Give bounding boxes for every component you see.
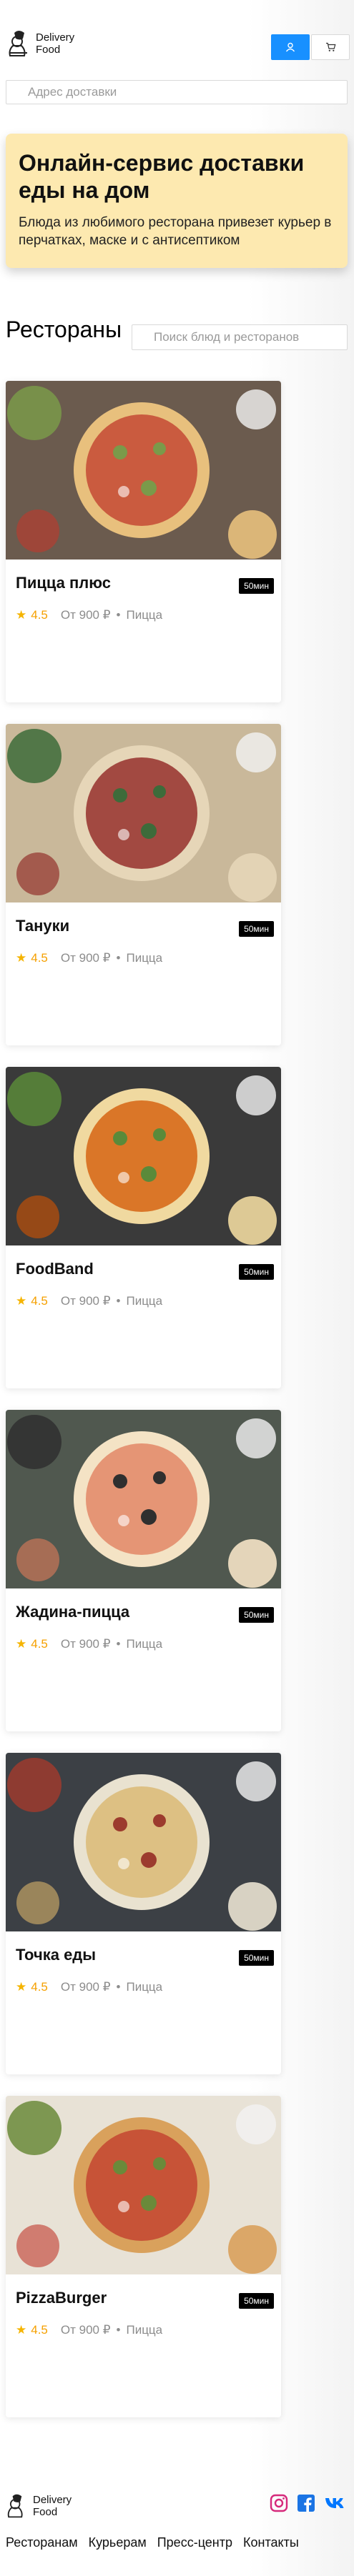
logo-icon [7, 2494, 23, 2518]
vk-icon[interactable] [324, 2495, 348, 2511]
restaurant-rating: 4.5 [31, 2323, 48, 2337]
delivery-time-badge: 50мин [239, 921, 274, 937]
footer-logo-line1: Delivery [33, 2494, 72, 2506]
separator-dot: • [116, 2323, 121, 2337]
logo[interactable]: Delivery Food [7, 29, 74, 59]
restaurant-image [6, 2096, 281, 2274]
promo-banner: Онлайн-сервис доставки еды на дом Блюда … [6, 134, 348, 268]
page: Delivery Food Адрес доставки Онлайн-серв… [0, 0, 354, 2576]
instagram-icon[interactable] [270, 2494, 288, 2512]
user-icon [285, 42, 295, 52]
restaurants-title: Рестораны [6, 317, 122, 342]
logo-line2: Food [36, 44, 61, 56]
restaurant-card[interactable]: Точка еды 50мин ★ 4.5 От 900 ₽ • Пицца [6, 1753, 281, 2074]
restaurant-info: ★ 4.5 От 900 ₽ • Пицца [16, 1294, 162, 1308]
star-icon: ★ [16, 2323, 27, 2337]
footer: Delivery Food Ресторанам Курьерам Пресс-… [0, 2480, 354, 2576]
restaurant-category: Пицца [126, 951, 163, 965]
restaurant-card[interactable]: Пицца плюс 50мин ★ 4.5 От 900 ₽ • Пицца [6, 381, 281, 702]
restaurant-image [6, 1753, 281, 1931]
restaurant-name: FoodBand [16, 1260, 94, 1278]
restaurant-rating: 4.5 [31, 951, 48, 965]
restaurant-price: От 900 ₽ [60, 1294, 111, 1308]
restaurant-rating: 4.5 [31, 1980, 48, 1994]
footer-link-contacts[interactable]: Контакты [243, 2535, 299, 2550]
header: Delivery Food [0, 0, 354, 93]
facebook-icon[interactable] [297, 2494, 315, 2512]
restaurant-image [6, 1410, 281, 1588]
footer-link-restaurants[interactable]: Ресторанам [6, 2535, 78, 2550]
restaurant-category: Пицца [126, 1294, 163, 1308]
footer-nav: Ресторанам Курьерам Пресс-центр Контакты [6, 2535, 299, 2550]
cart-icon [325, 42, 335, 51]
restaurant-category: Пицца [126, 1980, 163, 1994]
star-icon: ★ [16, 1294, 27, 1308]
cart-button[interactable] [311, 34, 350, 60]
footer-logo[interactable]: Delivery Food [6, 2492, 72, 2520]
restaurant-info: ★ 4.5 От 900 ₽ • Пицца [16, 951, 162, 965]
restaurant-price: От 900 ₽ [60, 608, 111, 622]
footer-link-press[interactable]: Пресс-центр [157, 2535, 232, 2550]
restaurant-name: PizzaBurger [16, 2289, 107, 2307]
restaurant-category: Пицца [126, 608, 163, 622]
restaurant-name: Жадина-пицца [16, 1603, 130, 1621]
restaurant-price: От 900 ₽ [60, 1980, 111, 1994]
separator-dot: • [116, 951, 121, 965]
restaurant-rating: 4.5 [31, 608, 48, 622]
login-button[interactable] [271, 34, 310, 60]
restaurant-card[interactable]: PizzaBurger 50мин ★ 4.5 От 900 ₽ • Пицца [6, 2096, 281, 2417]
separator-dot: • [116, 608, 121, 622]
restaurant-info: ★ 4.5 От 900 ₽ • Пицца [16, 2323, 162, 2337]
delivery-time-badge: 50мин [239, 2293, 274, 2309]
restaurant-card[interactable]: Жадина-пицца 50мин ★ 4.5 От 900 ₽ • Пицца [6, 1410, 281, 1731]
separator-dot: • [116, 1637, 121, 1651]
delivery-time-badge: 50мин [239, 578, 274, 594]
footer-link-couriers[interactable]: Курьерам [89, 2535, 147, 2550]
logo-line1: Delivery [36, 31, 75, 44]
star-icon: ★ [16, 1980, 27, 1994]
restaurant-name: Пицца плюс [16, 574, 111, 592]
restaurant-rating: 4.5 [31, 1294, 48, 1308]
star-icon: ★ [16, 1637, 27, 1651]
restaurant-list: Пицца плюс 50мин ★ 4.5 От 900 ₽ • Пицца Тануки 5… [6, 381, 281, 2439]
restaurant-price: От 900 ₽ [60, 1637, 111, 1651]
restaurant-info: ★ 4.5 От 900 ₽ • Пицца [16, 608, 162, 622]
restaurant-card[interactable]: Тануки 50мин ★ 4.5 От 900 ₽ • Пицца [6, 724, 281, 1045]
restaurant-image [6, 724, 281, 902]
restaurant-name: Тануки [16, 917, 70, 935]
restaurant-rating: 4.5 [31, 1637, 48, 1651]
restaurant-info: ★ 4.5 От 900 ₽ • Пицца [16, 1637, 162, 1651]
logo-icon [9, 31, 27, 56]
separator-dot: • [116, 1294, 121, 1308]
footer-logo-line2: Food [33, 2506, 58, 2518]
delivery-time-badge: 50мин [239, 1950, 274, 1966]
delivery-time-badge: 50мин [239, 1264, 274, 1280]
restaurant-image [6, 381, 281, 560]
restaurant-card[interactable]: FoodBand 50мин ★ 4.5 От 900 ₽ • Пицца [6, 1067, 281, 1388]
restaurant-image [6, 1067, 281, 1245]
restaurant-name: Точка еды [16, 1946, 97, 1964]
address-input[interactable]: Адрес доставки [6, 80, 348, 104]
delivery-time-badge: 50мин [239, 1607, 274, 1623]
restaurant-price: От 900 ₽ [60, 2323, 111, 2337]
restaurant-category: Пицца [126, 1637, 163, 1651]
promo-title: Онлайн-сервис доставки еды на дом [19, 150, 305, 203]
search-input[interactable]: Поиск блюд и ресторанов [132, 324, 348, 350]
social-links [270, 2494, 348, 2512]
promo-text: Блюда из любимого ресторана привезет кур… [19, 215, 332, 248]
restaurant-category: Пицца [126, 2323, 163, 2337]
restaurant-info: ★ 4.5 От 900 ₽ • Пицца [16, 1980, 162, 1994]
star-icon: ★ [16, 951, 27, 965]
star-icon: ★ [16, 608, 27, 622]
separator-dot: • [116, 1980, 121, 1994]
restaurant-price: От 900 ₽ [60, 951, 111, 965]
